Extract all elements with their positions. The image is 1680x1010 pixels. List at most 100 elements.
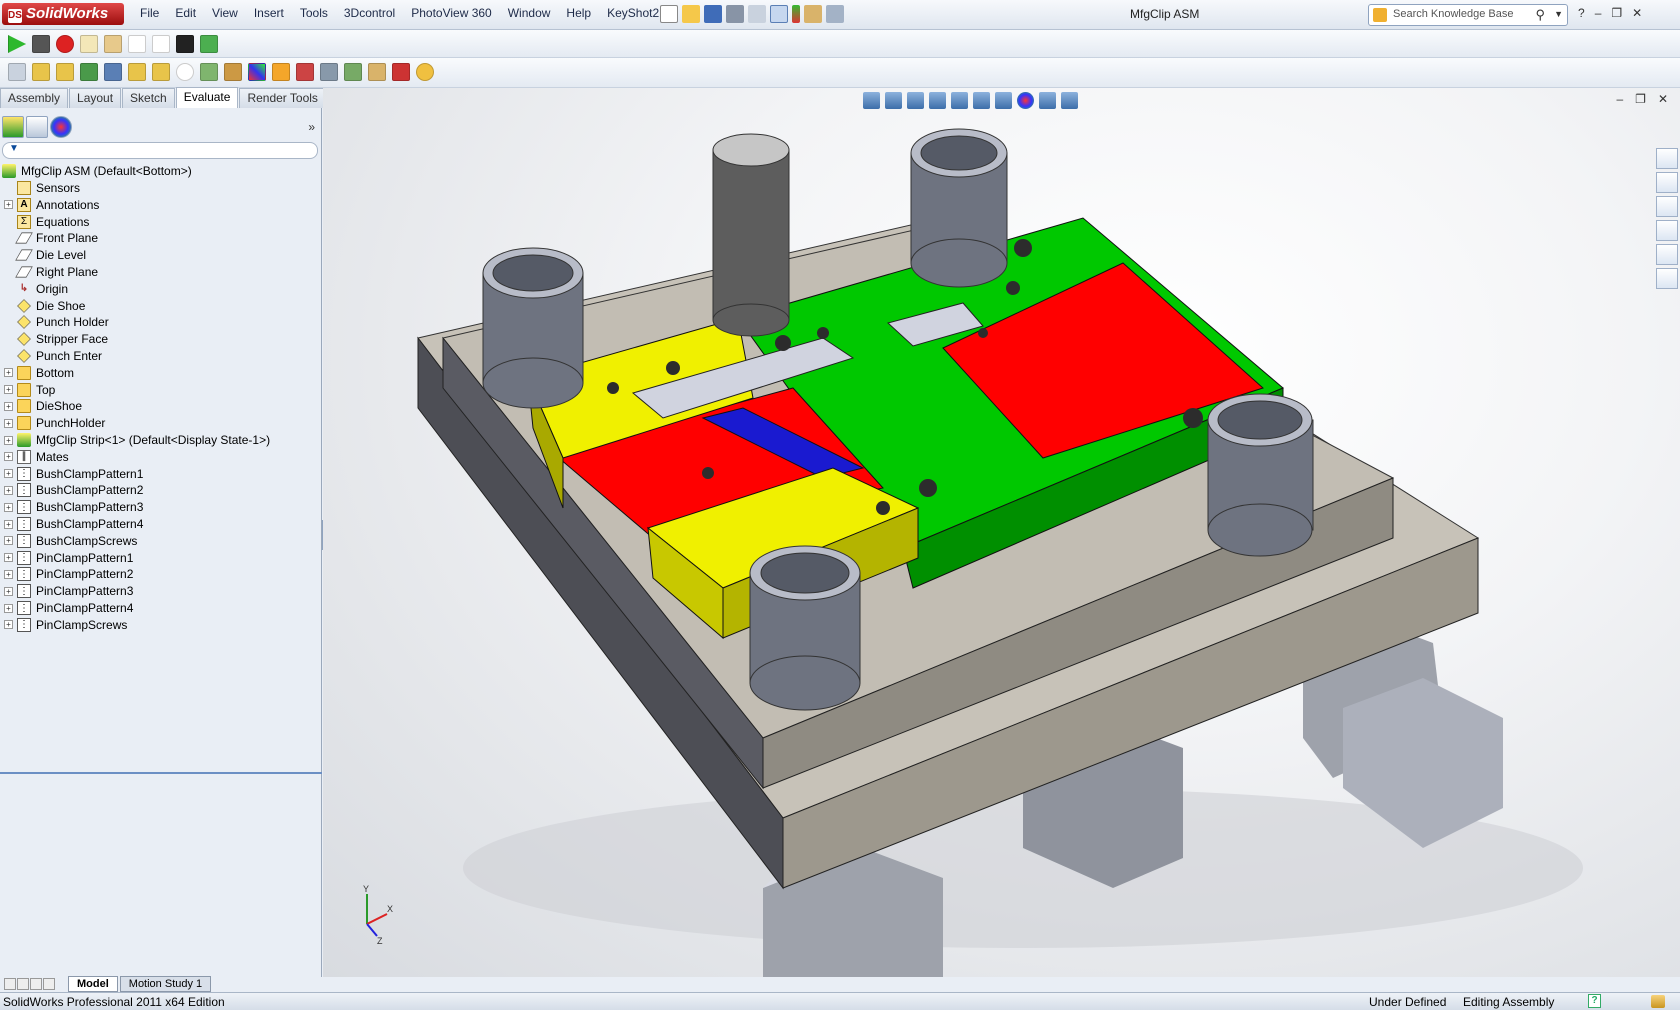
menu-item-3dcontrol[interactable]: 3Dcontrol xyxy=(336,6,403,20)
record-macro-icon[interactable] xyxy=(56,35,74,53)
sustainability-icon[interactable] xyxy=(368,63,386,81)
tree-item[interactable]: Σ Equations xyxy=(4,213,89,231)
tree-item[interactable]: Stripper Face xyxy=(4,330,108,348)
tree-item[interactable]: + ⋮ BushClampScrews xyxy=(4,532,137,550)
expand-icon[interactable]: + xyxy=(4,385,13,395)
expand-icon[interactable]: + xyxy=(4,553,13,563)
open-folder-icon[interactable] xyxy=(682,5,700,23)
assembly-visualization-icon[interactable] xyxy=(104,63,122,81)
menu-item-tools[interactable]: Tools xyxy=(292,6,336,20)
interference-detection-icon[interactable] xyxy=(128,63,146,81)
tree-item[interactable]: + ⋮ PinClampPattern2 xyxy=(4,565,133,583)
chevron-down-icon[interactable]: ▼ xyxy=(1554,9,1563,19)
configuration-manager-tab-icon[interactable] xyxy=(26,116,48,138)
2d-icon[interactable] xyxy=(176,35,194,53)
new-document-icon[interactable] xyxy=(660,5,678,23)
tab-layout[interactable]: Layout xyxy=(69,88,122,108)
tree-item[interactable]: + ⋮ PinClampPattern1 xyxy=(4,549,133,567)
section-properties-icon[interactable] xyxy=(56,63,74,81)
clearance-verification-icon[interactable] xyxy=(152,63,170,81)
expand-icon[interactable]: + xyxy=(4,418,13,428)
expand-icon[interactable]: + xyxy=(4,200,13,210)
rebuild-status-icon[interactable] xyxy=(1651,995,1665,1008)
tree-item[interactable]: ↳ Origin xyxy=(4,280,68,298)
search-icon[interactable]: ⚲ xyxy=(1535,7,1545,23)
panel-collapse-icon[interactable]: » xyxy=(308,120,315,134)
hole-alignment-icon[interactable] xyxy=(176,63,194,81)
tree-item[interactable]: + ⋮ BushClampPattern1 xyxy=(4,465,143,483)
solidworks-logo[interactable]: DS SolidWorks xyxy=(2,3,124,25)
design-library-icon[interactable] xyxy=(1656,172,1678,193)
tree-item[interactable]: Right Plane xyxy=(4,263,98,281)
costing-icon[interactable] xyxy=(344,63,362,81)
tree-item[interactable]: + ⋮ PinClampPattern3 xyxy=(4,582,133,600)
expand-icon[interactable]: + xyxy=(4,536,13,546)
sensor-icon[interactable] xyxy=(80,63,98,81)
add-in-icon[interactable] xyxy=(200,35,218,53)
minimize-button[interactable]: – xyxy=(1595,6,1602,20)
measure-icon[interactable] xyxy=(8,63,26,81)
menu-item-photoview-360[interactable]: PhotoView 360 xyxy=(403,6,500,20)
model-view[interactable] xyxy=(323,88,1680,977)
rebuild-icon[interactable] xyxy=(792,5,800,23)
edit-macro-icon[interactable] xyxy=(104,35,122,53)
restore-button[interactable]: ❐ xyxy=(1611,6,1622,20)
scroll-prev-icon[interactable] xyxy=(17,978,29,990)
tab-sketch[interactable]: Sketch xyxy=(122,88,175,108)
tree-item[interactable]: + ⋮ BushClampPattern3 xyxy=(4,498,143,516)
dimension-icon[interactable] xyxy=(128,35,146,53)
check-icon[interactable] xyxy=(224,63,242,81)
tree-item[interactable]: + ⋮ PinClampScrews xyxy=(4,616,127,634)
tree-item[interactable]: + Bottom xyxy=(4,364,74,382)
menu-item-view[interactable]: View xyxy=(204,6,246,20)
undo-icon[interactable] xyxy=(748,5,766,23)
scroll-first-icon[interactable] xyxy=(4,978,16,990)
print-icon[interactable] xyxy=(726,5,744,23)
tree-item[interactable]: + DieShoe xyxy=(4,397,82,415)
search-knowledge-base-input[interactable]: Search Knowledge Base ⚲ ▼ xyxy=(1368,4,1568,26)
options-icon[interactable] xyxy=(826,5,844,23)
design-study-icon[interactable] xyxy=(392,63,410,81)
tab-evaluate[interactable]: Evaluate xyxy=(175,87,239,109)
solidworks-resources-icon[interactable] xyxy=(1656,148,1678,169)
expand-icon[interactable]: + xyxy=(4,620,13,630)
tab-model[interactable]: Model xyxy=(68,976,118,992)
tree-item[interactable]: Punch Holder xyxy=(4,313,109,331)
tree-item[interactable]: + PunchHolder xyxy=(4,414,105,432)
display-manager-tab-icon[interactable] xyxy=(50,116,72,138)
tree-item[interactable]: + ⋮ PinClampPattern4 xyxy=(4,599,133,617)
new-macro-icon[interactable] xyxy=(80,35,98,53)
tree-item[interactable]: Die Shoe xyxy=(4,297,85,315)
expand-icon[interactable]: + xyxy=(4,603,13,613)
expand-icon[interactable]: + xyxy=(4,401,13,411)
expand-icon[interactable]: + xyxy=(4,569,13,579)
view-palette-icon[interactable] xyxy=(1656,220,1678,241)
select-pointer-icon[interactable] xyxy=(770,5,788,23)
stop-macro-icon[interactable] xyxy=(32,35,50,53)
help-status-icon[interactable]: ? xyxy=(1588,994,1601,1008)
menu-item-insert[interactable]: Insert xyxy=(246,6,292,20)
menu-item-file[interactable]: File xyxy=(132,6,167,20)
tree-item[interactable]: + Top xyxy=(4,381,55,399)
ruler-icon[interactable] xyxy=(152,35,170,53)
tab-render-tools[interactable]: Render Tools xyxy=(239,88,326,108)
tree-item[interactable]: + MfgClip Strip<1> (Default<Display State… xyxy=(4,431,270,449)
expand-icon[interactable]: + xyxy=(4,485,13,495)
menu-item-window[interactable]: Window xyxy=(500,6,559,20)
close-button[interactable]: ✕ xyxy=(1632,6,1642,20)
tree-item[interactable]: Die Level xyxy=(4,246,86,264)
expand-icon[interactable]: + xyxy=(4,469,13,479)
zebra-stripes-icon[interactable] xyxy=(248,63,266,81)
mass-properties-icon[interactable] xyxy=(32,63,50,81)
tab-motion-study-1[interactable]: Motion Study 1 xyxy=(119,976,212,992)
expand-icon[interactable]: + xyxy=(4,368,13,378)
tree-item[interactable]: Front Plane xyxy=(4,229,98,247)
appearances-scenes-icon[interactable] xyxy=(1656,244,1678,265)
menu-item-keyshot2[interactable]: KeyShot2 xyxy=(599,6,667,20)
expand-icon[interactable]: + xyxy=(4,435,13,445)
expand-icon[interactable]: + xyxy=(4,452,13,462)
run-macro-icon[interactable] xyxy=(8,35,26,53)
compare-icon[interactable] xyxy=(296,63,314,81)
photoview-icon[interactable] xyxy=(416,63,434,81)
tab-assembly[interactable]: Assembly xyxy=(0,88,69,108)
